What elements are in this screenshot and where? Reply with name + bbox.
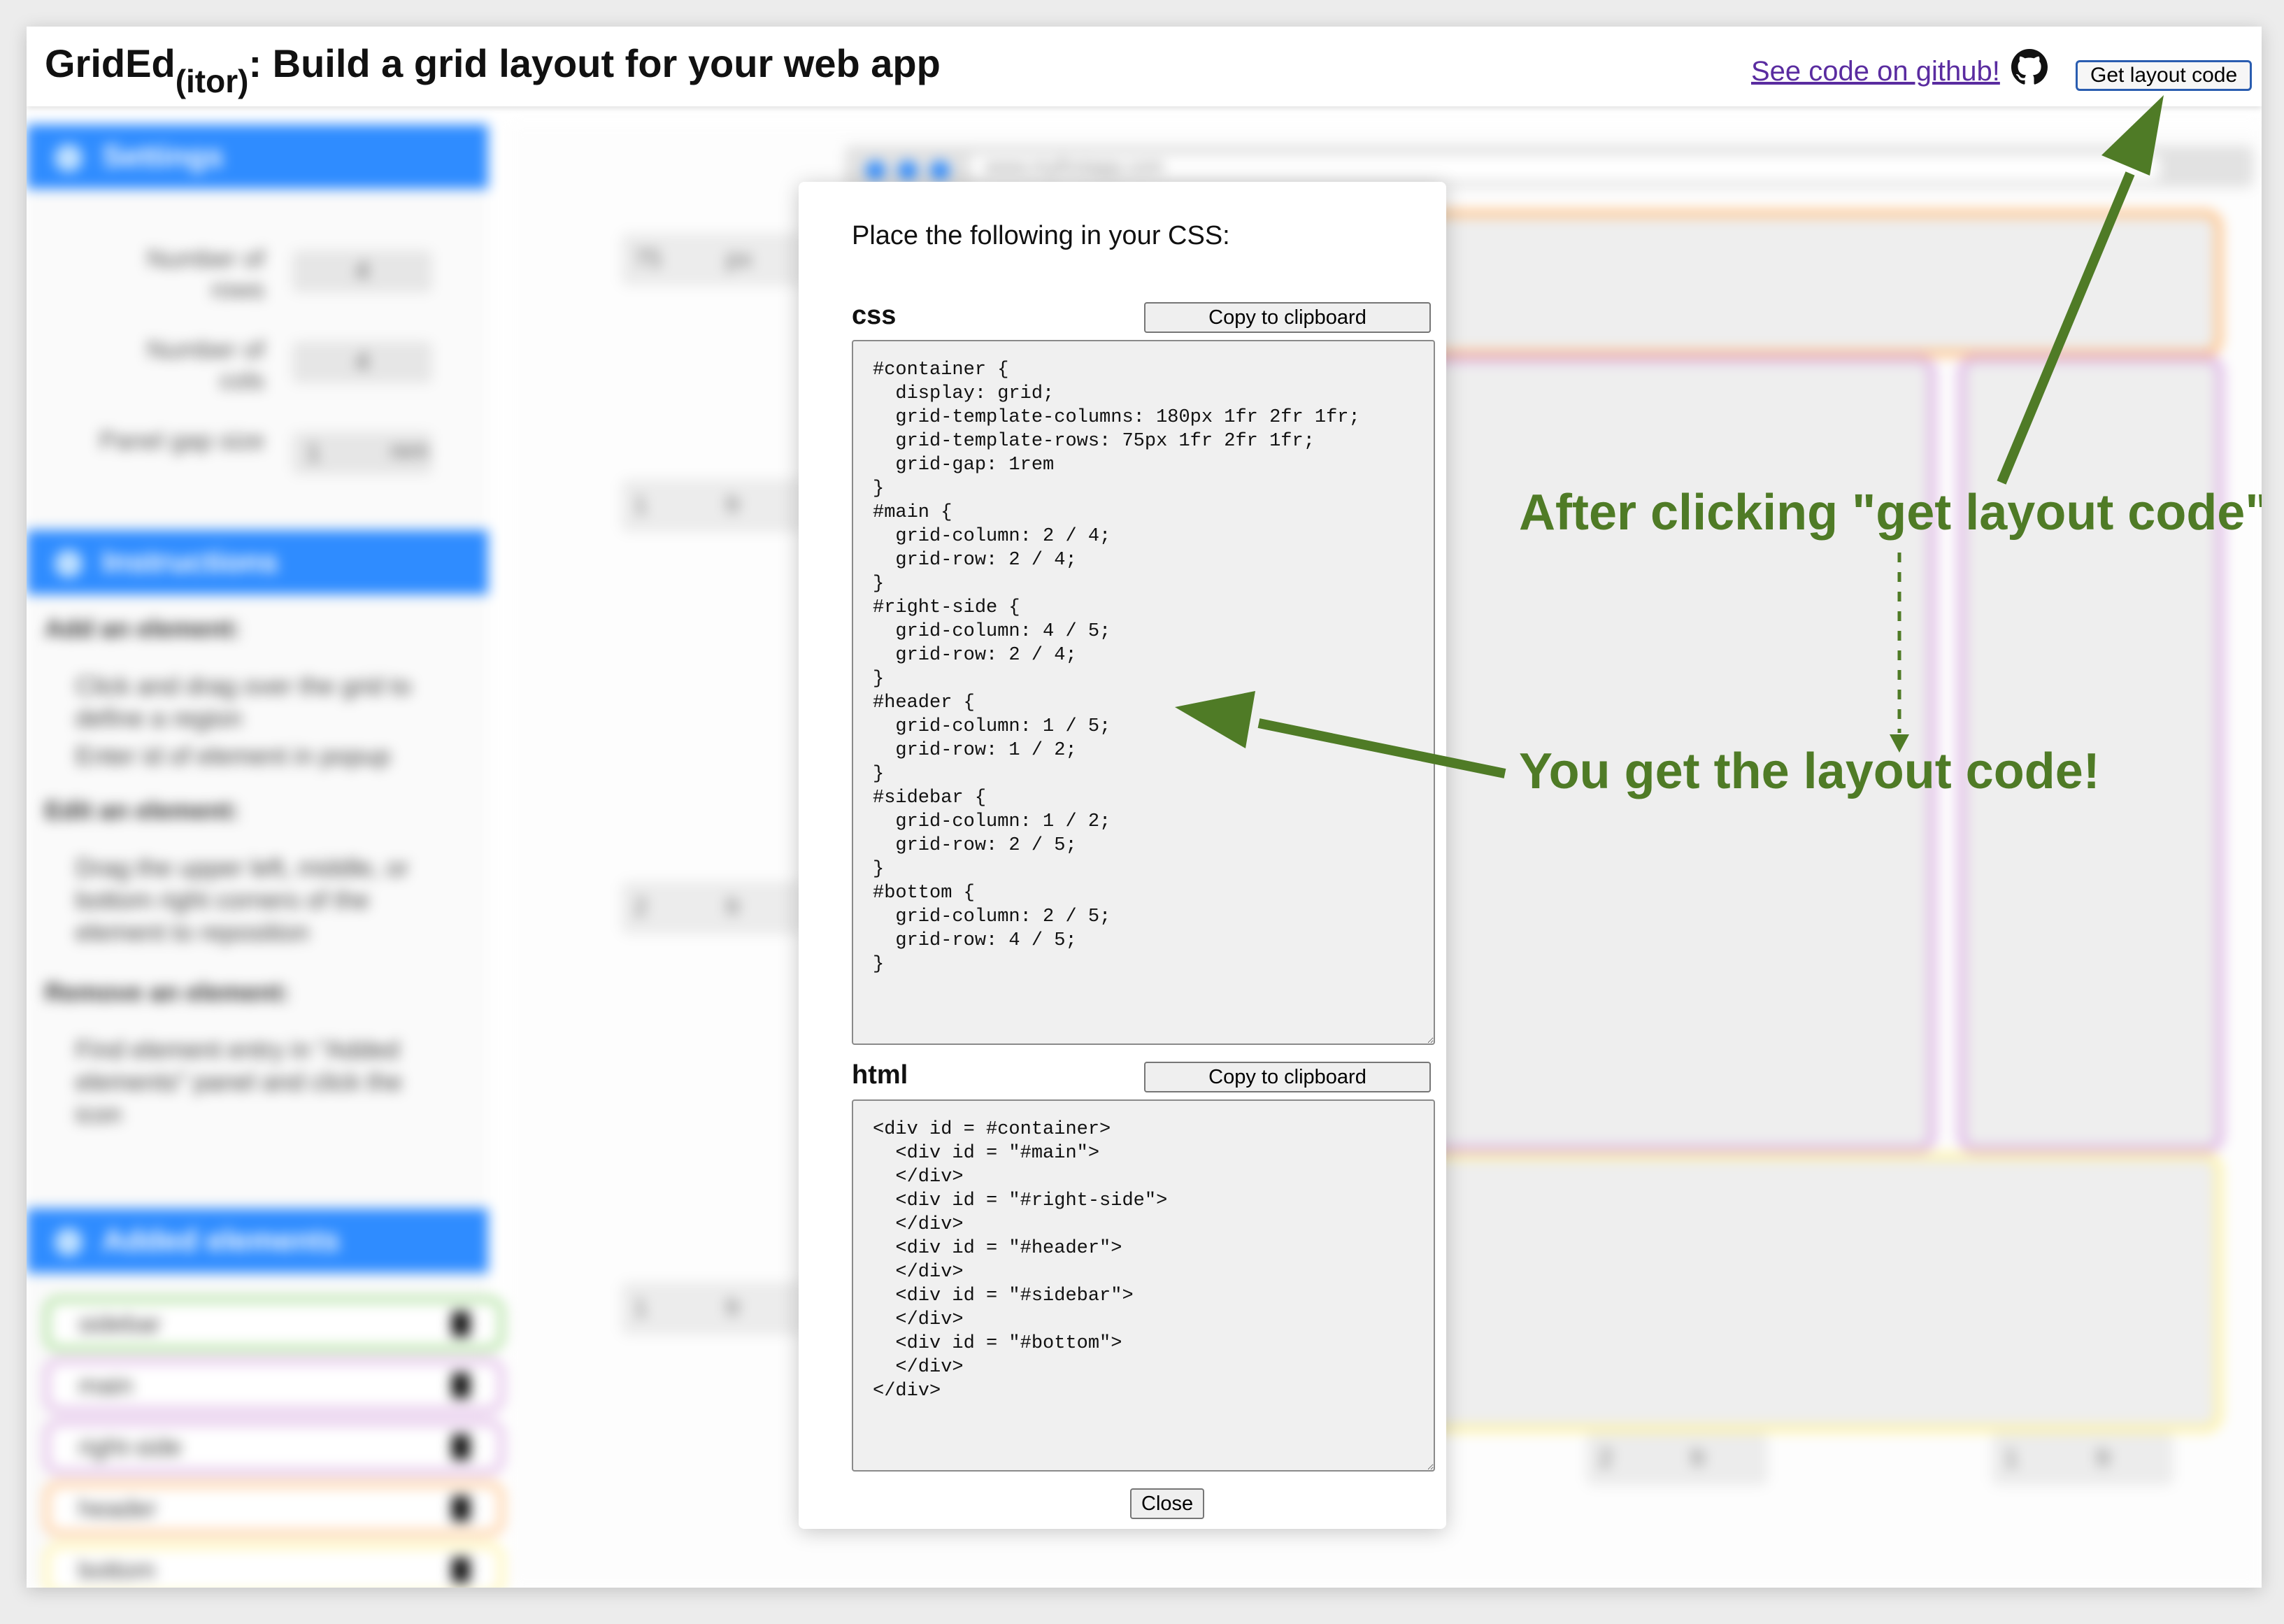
arrowhead — [1890, 734, 1909, 753]
arrow-to-css-code — [1257, 718, 1506, 778]
arrowhead — [2101, 95, 2164, 176]
arrow-to-layout-button — [1997, 171, 2135, 485]
annotation-arrows — [1175, 95, 2164, 778]
arrowhead — [1175, 691, 1255, 748]
